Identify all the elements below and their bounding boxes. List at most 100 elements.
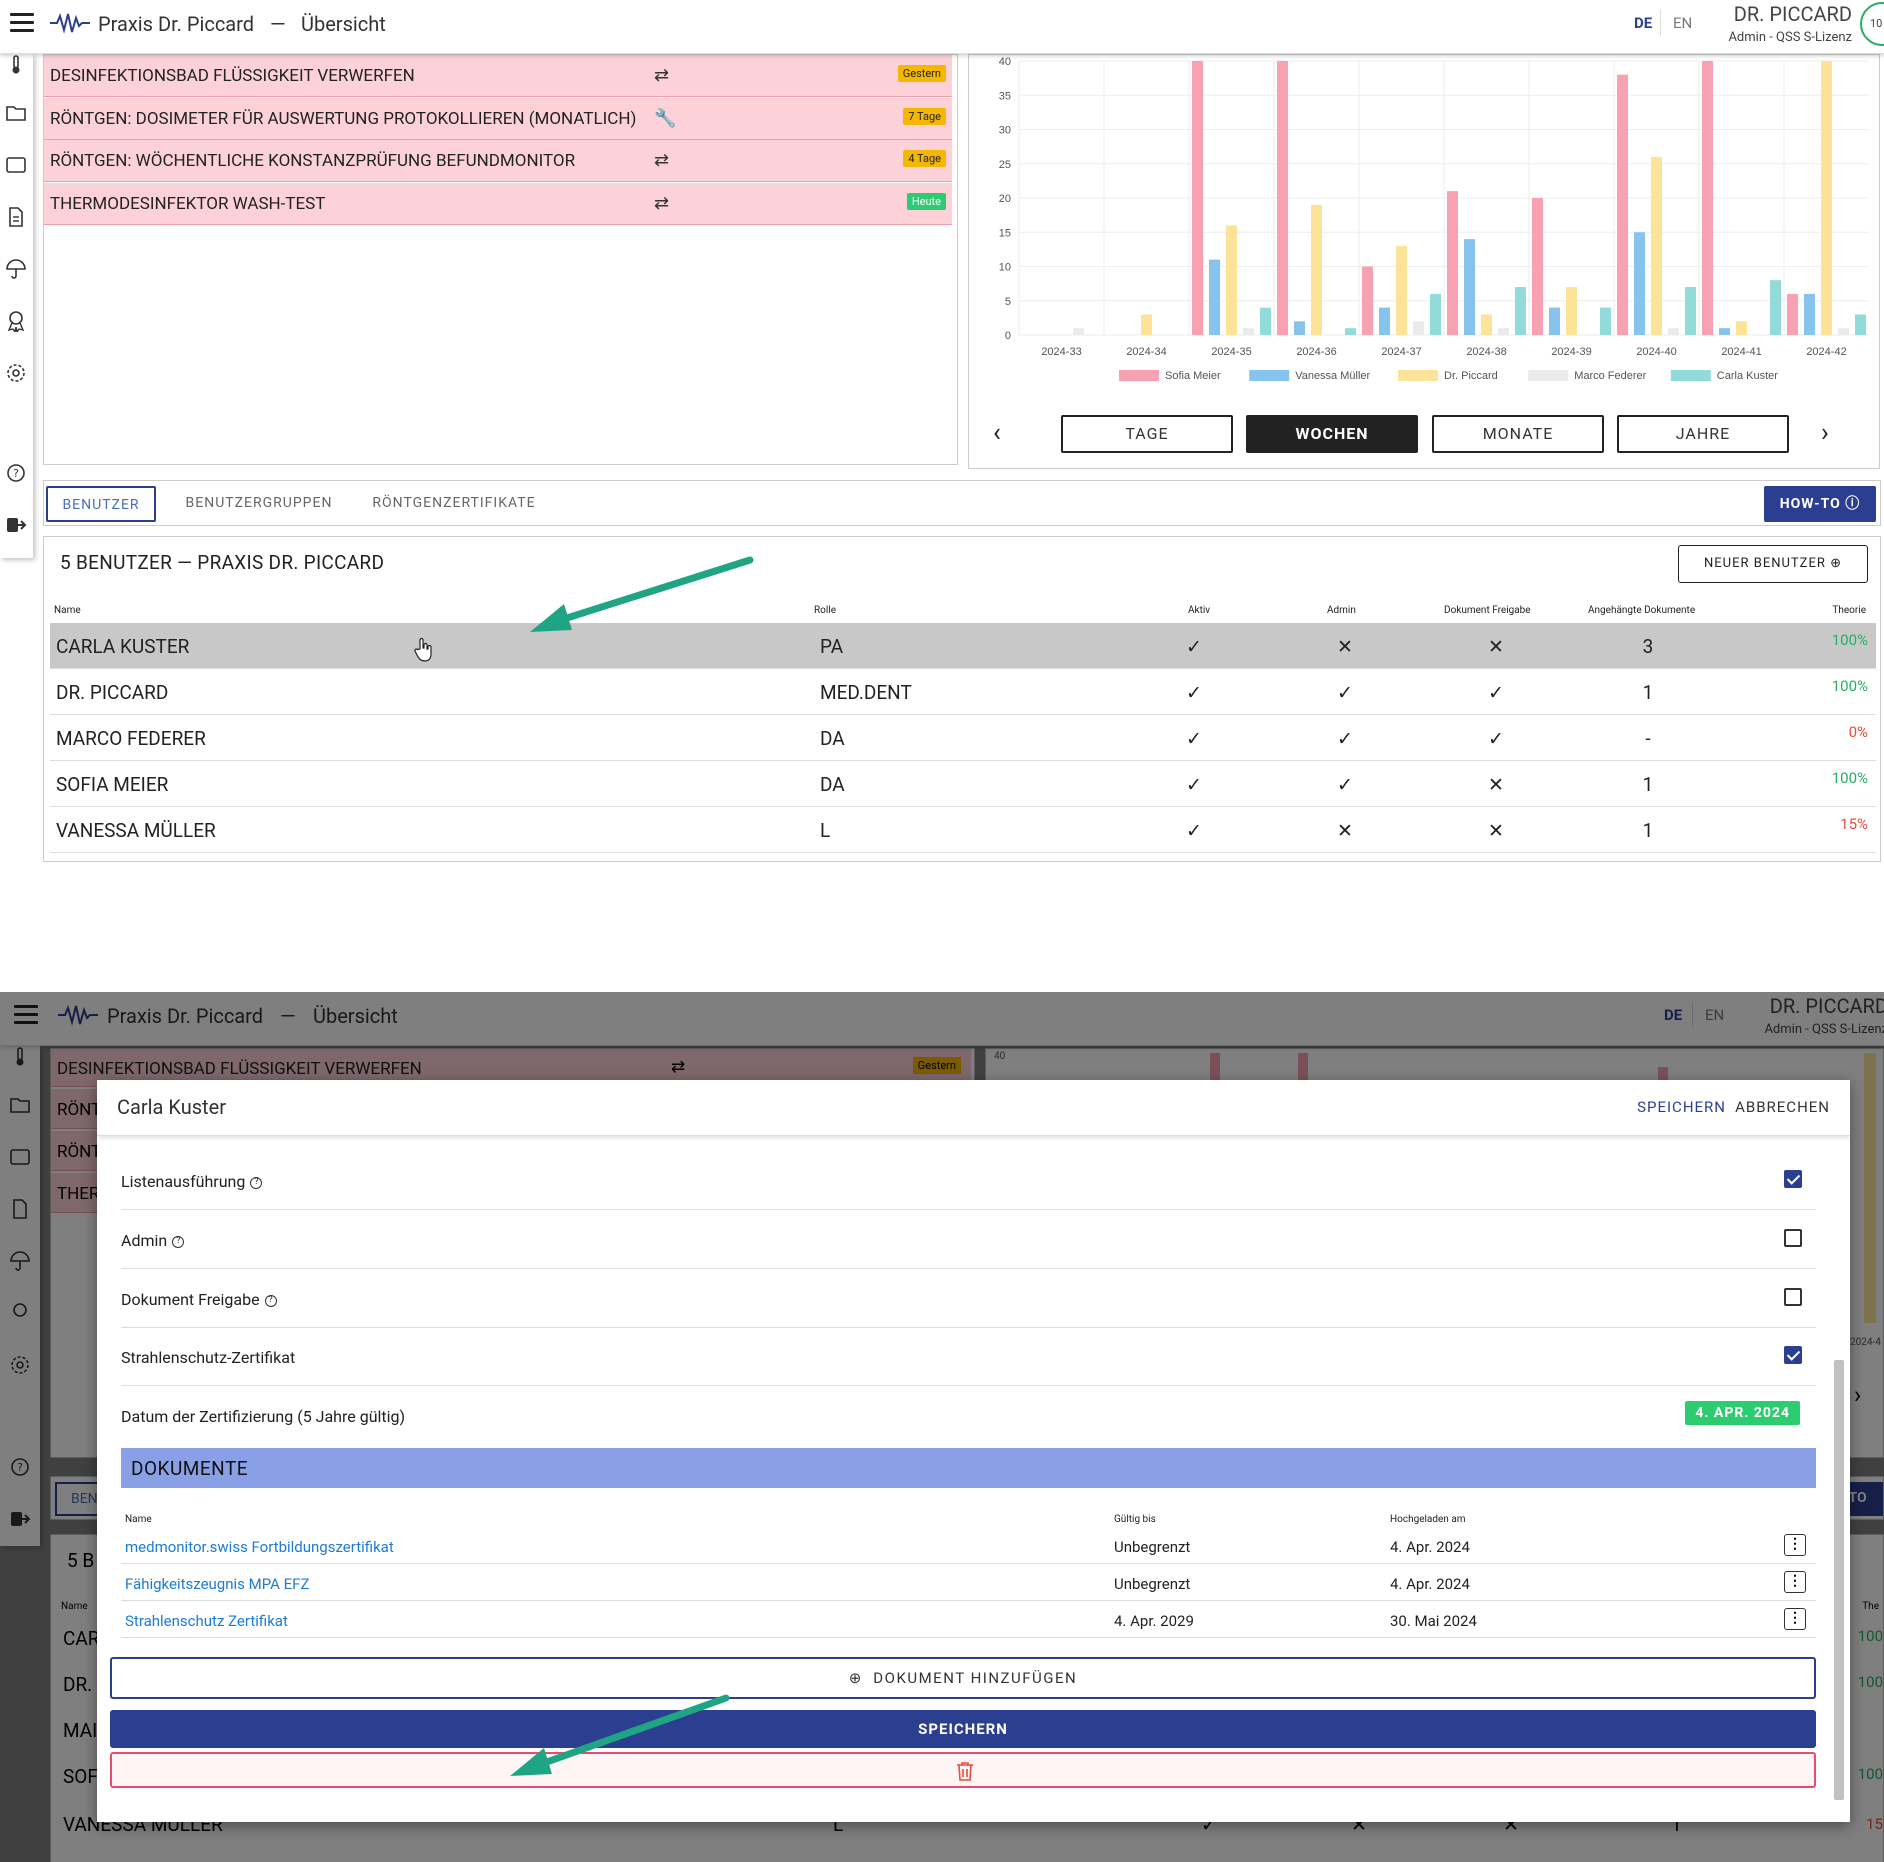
legend-label[interactable]: Sofia Meier xyxy=(1165,370,1221,382)
bar[interactable] xyxy=(1821,61,1832,335)
tab-roentgenzertifikate[interactable]: RÖNTGENZERTIFIKATE xyxy=(362,486,546,522)
save-button[interactable]: SPEICHERN xyxy=(110,1710,1816,1748)
document-link[interactable]: Fähigkeitszeugnis MPA EFZ xyxy=(125,1575,309,1593)
bar[interactable] xyxy=(1685,287,1696,335)
bar[interactable] xyxy=(1345,328,1356,335)
doc-release-checkbox[interactable] xyxy=(1784,1288,1802,1306)
more-vertical-icon[interactable]: ⋮ xyxy=(1784,1571,1806,1593)
help-icon[interactable]: ? xyxy=(172,1236,185,1248)
legend-swatch[interactable] xyxy=(1119,370,1159,381)
range-tage-button[interactable]: TAGE xyxy=(1061,415,1233,453)
task-row[interactable]: RÖNTGEN: DOSIMETER FÜR AUSWERTUNG PROTOK… xyxy=(44,98,952,140)
gear-icon[interactable] xyxy=(5,362,27,384)
bar[interactable] xyxy=(1736,321,1747,335)
bar[interactable] xyxy=(1668,328,1679,335)
bar[interactable] xyxy=(1617,74,1628,335)
bar[interactable] xyxy=(1634,232,1645,335)
scrollbar-thumb[interactable] xyxy=(1834,1360,1844,1800)
bar[interactable] xyxy=(1073,328,1084,335)
admin-checkbox[interactable] xyxy=(1784,1229,1802,1247)
bar[interactable] xyxy=(1294,321,1305,335)
bar[interactable] xyxy=(1260,307,1271,335)
radiation-cert-checkbox[interactable] xyxy=(1784,1346,1802,1364)
chart-next-button[interactable]: › xyxy=(1821,418,1829,448)
logout-icon[interactable] xyxy=(5,514,27,536)
new-user-button[interactable]: NEUER BENUTZER ⊕ xyxy=(1678,545,1868,583)
bar[interactable] xyxy=(1481,314,1492,335)
dialog-save-link[interactable]: SPEICHERN xyxy=(1637,1098,1726,1116)
bar[interactable] xyxy=(1651,156,1662,335)
bar[interactable] xyxy=(1430,293,1441,335)
bar[interactable] xyxy=(1447,191,1458,335)
bar[interactable] xyxy=(1413,321,1424,335)
bar[interactable] xyxy=(1226,225,1237,335)
bar[interactable] xyxy=(1600,307,1611,335)
more-vertical-icon[interactable]: ⋮ xyxy=(1784,1534,1806,1556)
chart-prev-button[interactable]: ‹ xyxy=(993,418,1001,448)
tab-benutzergruppen[interactable]: BENUTZERGRUPPEN xyxy=(174,486,344,522)
bar[interactable] xyxy=(1277,61,1288,335)
dialog-cancel-link[interactable]: ABBRECHEN xyxy=(1735,1098,1830,1116)
bar[interactable] xyxy=(1787,293,1798,335)
thermometer-icon[interactable] xyxy=(5,54,27,76)
bar[interactable] xyxy=(1209,259,1220,335)
bar[interactable] xyxy=(1804,293,1815,335)
document-icon[interactable] xyxy=(5,206,27,228)
bar[interactable] xyxy=(1141,314,1152,335)
legend-label[interactable]: Vanessa Müller xyxy=(1295,370,1370,382)
table-row[interactable]: CARLA KUSTER PA ✓ ✕ ✕ 3 100% xyxy=(50,623,1876,669)
bar[interactable] xyxy=(1532,198,1543,335)
bar[interactable] xyxy=(1362,266,1373,336)
umbrella-icon[interactable] xyxy=(5,258,27,280)
more-vertical-icon[interactable]: ⋮ xyxy=(1784,1608,1806,1630)
bar[interactable] xyxy=(1464,239,1475,335)
legend-swatch[interactable] xyxy=(1670,370,1711,381)
table-row[interactable]: VANESSA MÜLLER L ✓ ✕ ✕ 1 15% xyxy=(50,807,1876,853)
app-title[interactable]: Praxis Dr. Piccard xyxy=(98,12,254,36)
bar[interactable] xyxy=(1838,328,1849,335)
menu-icon[interactable] xyxy=(10,13,34,33)
legend-swatch[interactable] xyxy=(1528,370,1569,381)
award-icon[interactable] xyxy=(5,310,27,332)
task-row[interactable]: RÖNTGEN: WÖCHENTLICHE KONSTANZPRÜFUNG BE… xyxy=(44,140,952,182)
bar[interactable] xyxy=(1379,307,1390,335)
task-row[interactable]: THERMODESINFEKTOR WASH-TEST ⇄ Heute xyxy=(44,183,952,225)
bar[interactable] xyxy=(1192,61,1203,335)
legend-label[interactable]: Carla Kuster xyxy=(1717,370,1778,382)
bar[interactable] xyxy=(1396,245,1407,335)
bar[interactable] xyxy=(1566,287,1577,335)
table-row[interactable]: SOFIA MEIER DA ✓ ✓ ✕ 1 100% xyxy=(50,761,1876,807)
bar[interactable] xyxy=(1243,328,1254,335)
range-wochen-button[interactable]: WOCHEN xyxy=(1246,415,1418,453)
folder-icon[interactable] xyxy=(5,102,27,124)
table-row[interactable]: DR. PICCARD MED.DENT ✓ ✓ ✓ 1 100% xyxy=(50,669,1876,715)
task-row[interactable]: DESINFEKTIONSBAD FLÜSSIGKEIT VERWERFEN ⇄… xyxy=(44,55,952,97)
legend-label[interactable]: Marco Federer xyxy=(1574,370,1646,382)
help-icon[interactable]: ? xyxy=(5,462,27,484)
user-badge[interactable]: 10 xyxy=(1860,2,1884,46)
user-name[interactable]: DR. PICCARD xyxy=(1734,2,1852,26)
lang-en-button[interactable]: EN xyxy=(1673,14,1692,32)
help-icon[interactable]: ? xyxy=(250,1177,263,1189)
bar[interactable] xyxy=(1549,307,1560,335)
bar[interactable] xyxy=(1719,328,1730,335)
range-jahre-button[interactable]: JAHRE xyxy=(1617,415,1789,453)
bar[interactable] xyxy=(1515,287,1526,335)
document-link[interactable]: Strahlenschutz Zertifikat xyxy=(125,1612,288,1630)
document-link[interactable]: medmonitor.swiss Fortbildungszertifikat xyxy=(125,1538,394,1556)
bar[interactable] xyxy=(1311,204,1322,335)
legend-swatch[interactable] xyxy=(1249,370,1290,381)
bar[interactable] xyxy=(1702,61,1713,335)
tab-benutzer[interactable]: BENUTZER xyxy=(46,486,156,522)
howto-button[interactable]: HOW-TO ⓘ xyxy=(1764,486,1876,522)
delete-user-button[interactable] xyxy=(110,1752,1816,1788)
legend-label[interactable]: Dr. Piccard xyxy=(1444,370,1498,382)
legend-swatch[interactable] xyxy=(1398,370,1438,381)
table-row[interactable]: MARCO FEDERER DA ✓ ✓ ✓ - 0% xyxy=(50,715,1876,761)
cert-date-picker[interactable]: 4. APR. 2024 xyxy=(1685,1401,1800,1425)
help-icon[interactable]: ? xyxy=(264,1295,277,1307)
bar[interactable] xyxy=(1770,280,1781,335)
lang-de-button[interactable]: DE xyxy=(1634,14,1652,32)
tablet-icon[interactable] xyxy=(5,154,27,176)
bar[interactable] xyxy=(1498,328,1509,335)
